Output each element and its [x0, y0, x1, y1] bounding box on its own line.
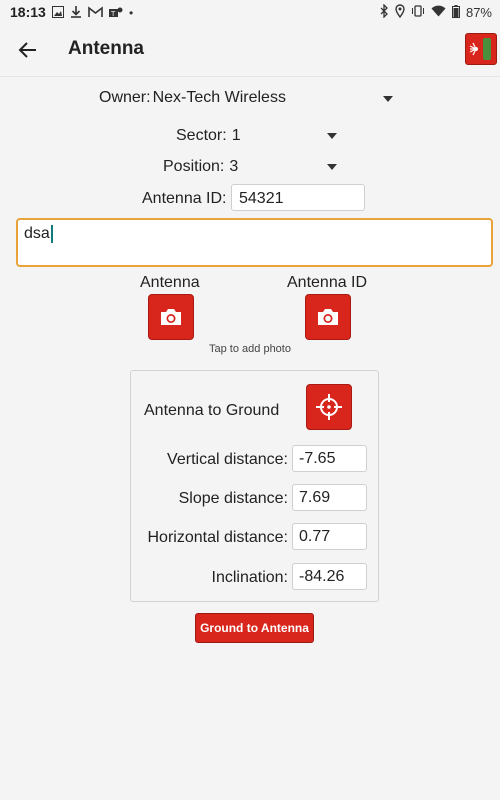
inclination-label: Inclination: [211, 569, 289, 586]
vertical-distance-label: Vertical distance: [167, 451, 288, 468]
status-bar: 18:13 T • 87% [0, 0, 500, 24]
wifi-icon [431, 5, 446, 20]
photo-hint: Tap to add photo [209, 343, 291, 355]
back-arrow-icon[interactable] [14, 36, 42, 64]
owner-value: Nex-Tech Wireless [152, 89, 286, 106]
sector-select[interactable]: Sector: 1 [176, 127, 341, 145]
camera-icon [318, 309, 338, 325]
vibrate-icon [411, 5, 425, 20]
page-title: Antenna [68, 38, 144, 59]
measurement-title: Antenna to Ground [144, 402, 280, 419]
dot-icon: • [129, 6, 134, 20]
owner-label: Owner: [99, 89, 151, 106]
slope-distance-label: Slope distance: [178, 490, 288, 507]
inclination-field[interactable]: -84.26 [292, 563, 367, 590]
notes-text: dsa [24, 225, 50, 243]
sector-value: 1 [231, 127, 241, 144]
horizontal-distance-label: Horizontal distance: [147, 529, 288, 546]
bluetooth-icon [380, 3, 389, 21]
position-label: Position: [163, 158, 225, 175]
antenna-id-photo-label: Antenna ID [287, 274, 368, 291]
status-time: 18:13 [10, 4, 46, 20]
camera-icon [161, 309, 181, 325]
text-cursor [50, 225, 53, 243]
position-select[interactable]: Position: 3 [163, 158, 341, 176]
teams-icon: T [109, 6, 123, 21]
location-icon [395, 4, 405, 21]
horizontal-distance-field[interactable]: 0.77 [292, 523, 367, 550]
download-icon [70, 5, 82, 21]
antenna-photo-label: Antenna [140, 274, 200, 291]
gmail-icon [88, 5, 103, 21]
battery-percent: 87% [465, 4, 492, 20]
position-value: 3 [229, 158, 239, 175]
measure-button[interactable] [306, 384, 352, 430]
owner-select[interactable]: Owner: Nex-Tech Wireless [99, 89, 399, 107]
laser-device-button[interactable] [465, 33, 497, 65]
chevron-down-icon [383, 96, 393, 102]
chevron-down-icon [327, 164, 337, 170]
slope-distance-field[interactable]: 7.69 [292, 484, 367, 511]
notes-input[interactable]: dsa [16, 218, 493, 267]
chevron-down-icon [327, 133, 337, 139]
ground-to-antenna-button[interactable]: Ground to Antenna [195, 613, 314, 643]
image-icon [52, 5, 64, 21]
antenna-id-photo-button[interactable] [305, 294, 351, 340]
vertical-distance-field[interactable]: -7.65 [292, 445, 367, 472]
svg-text:T: T [110, 10, 116, 18]
antenna-id-input[interactable]: 54321 [231, 184, 365, 211]
app-bar: Antenna [0, 24, 500, 77]
battery-icon [451, 4, 460, 21]
sector-label: Sector: [176, 127, 227, 144]
antenna-id-label: Antenna ID: [142, 190, 227, 207]
crosshair-icon [316, 394, 342, 420]
antenna-photo-button[interactable] [148, 294, 194, 340]
laser-icon [469, 38, 491, 60]
